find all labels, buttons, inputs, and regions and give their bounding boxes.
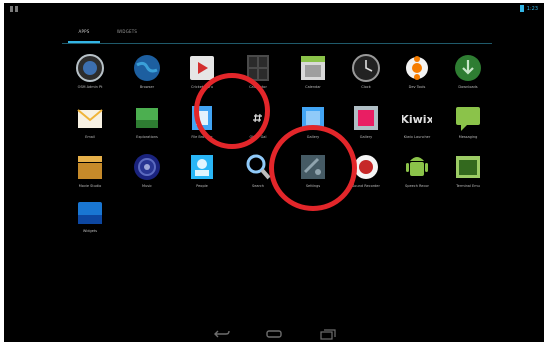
app-label: Music [142,184,152,188]
app-launcher-item[interactable]: Clock [342,53,390,103]
notification-icon [15,6,18,12]
app-launcher-item[interactable]: People [178,152,226,202]
clapperboard-icon [75,152,105,182]
app-launcher-item[interactable]: Widgets [66,197,114,247]
app-launcher-item[interactable]: Dev Tools [393,53,441,103]
widgets-icon [75,197,105,227]
app-label: Downloads [458,85,478,89]
app-label: Movie Studio [78,184,102,188]
home-icon [266,330,282,338]
app-launcher-item[interactable]: Downloads [444,53,492,103]
email-icon [75,103,105,133]
highlight-circle [194,73,270,149]
terminal-icon [453,152,483,182]
app-label: Explorations [136,135,158,139]
app-launcher-item[interactable]: Messaging [444,103,492,153]
music-speaker-icon [132,152,162,182]
kiwix-icon: Kiwix [400,103,433,133]
app-label: Browser [139,85,155,89]
clock-icon [351,53,381,83]
home-button[interactable] [266,325,282,338]
status-indicators: 1:23 [519,5,538,12]
tab-widgets[interactable]: WIDGETS [108,27,146,41]
app-launcher-item[interactable]: Browser [123,53,171,103]
calendar-icon [298,53,328,83]
app-launcher-item[interactable]: Explorations [123,103,171,153]
app-label: Dev Tools [408,85,426,89]
notification-icons [10,6,20,12]
app-label: OSM Admin Pt [77,85,103,89]
app-launcher-item[interactable]: Email [66,103,114,153]
app-label: People [196,184,208,188]
navigation-bar [4,322,544,342]
notification-icon [10,6,13,12]
recents-button[interactable] [320,325,336,340]
app-launcher-item[interactable]: Calendar [289,53,337,103]
app-launcher-item[interactable]: Music [123,152,171,202]
globe-pin-icon [75,53,105,83]
image-icon [132,103,162,133]
app-launcher-item[interactable]: Terminal Emu [444,152,492,202]
download-icon [453,53,483,83]
app-launcher-item[interactable]: Kiwix Kiwix Launcher [393,103,441,153]
people-icon [187,152,217,182]
app-launcher-item[interactable]: OSM Admin Pt [66,53,114,103]
app-label: Terminal Emu [456,184,480,188]
status-clock: 1:23 [526,5,538,12]
tab-apps[interactable]: APPS [68,27,100,43]
battery-icon [519,5,524,12]
app-label: Widgets [82,229,98,233]
back-icon [214,330,230,338]
android-icon [402,152,432,182]
tablet-screen: 1:23 APPS WIDGETS OSM Admin Pt Browser Cri… [4,3,544,342]
photo-frame-icon [351,103,381,133]
app-label: Gallery [359,135,373,139]
app-label: Clock [361,85,371,89]
tab-divider [62,43,492,44]
globe-icon [132,53,162,83]
app-label: Kiwix Launcher [403,135,431,139]
messaging-icon [453,103,483,133]
highlight-circle [269,125,357,211]
app-label: Messaging [458,135,478,139]
app-launcher-item[interactable]: Speech Recor [393,152,441,202]
app-label: Calendar [305,85,321,89]
launcher-tabs: APPS WIDGETS [62,23,492,45]
app-launcher-item[interactable]: Movie Studio [66,152,114,202]
recents-icon [320,329,336,340]
back-button[interactable] [214,325,230,338]
app-label: Speech Recor [405,184,429,188]
app-label: Email [85,135,95,139]
svg-text:Kiwix: Kiwix [402,113,432,126]
gear-flower-icon [402,53,432,83]
status-bar: 1:23 [4,3,544,15]
